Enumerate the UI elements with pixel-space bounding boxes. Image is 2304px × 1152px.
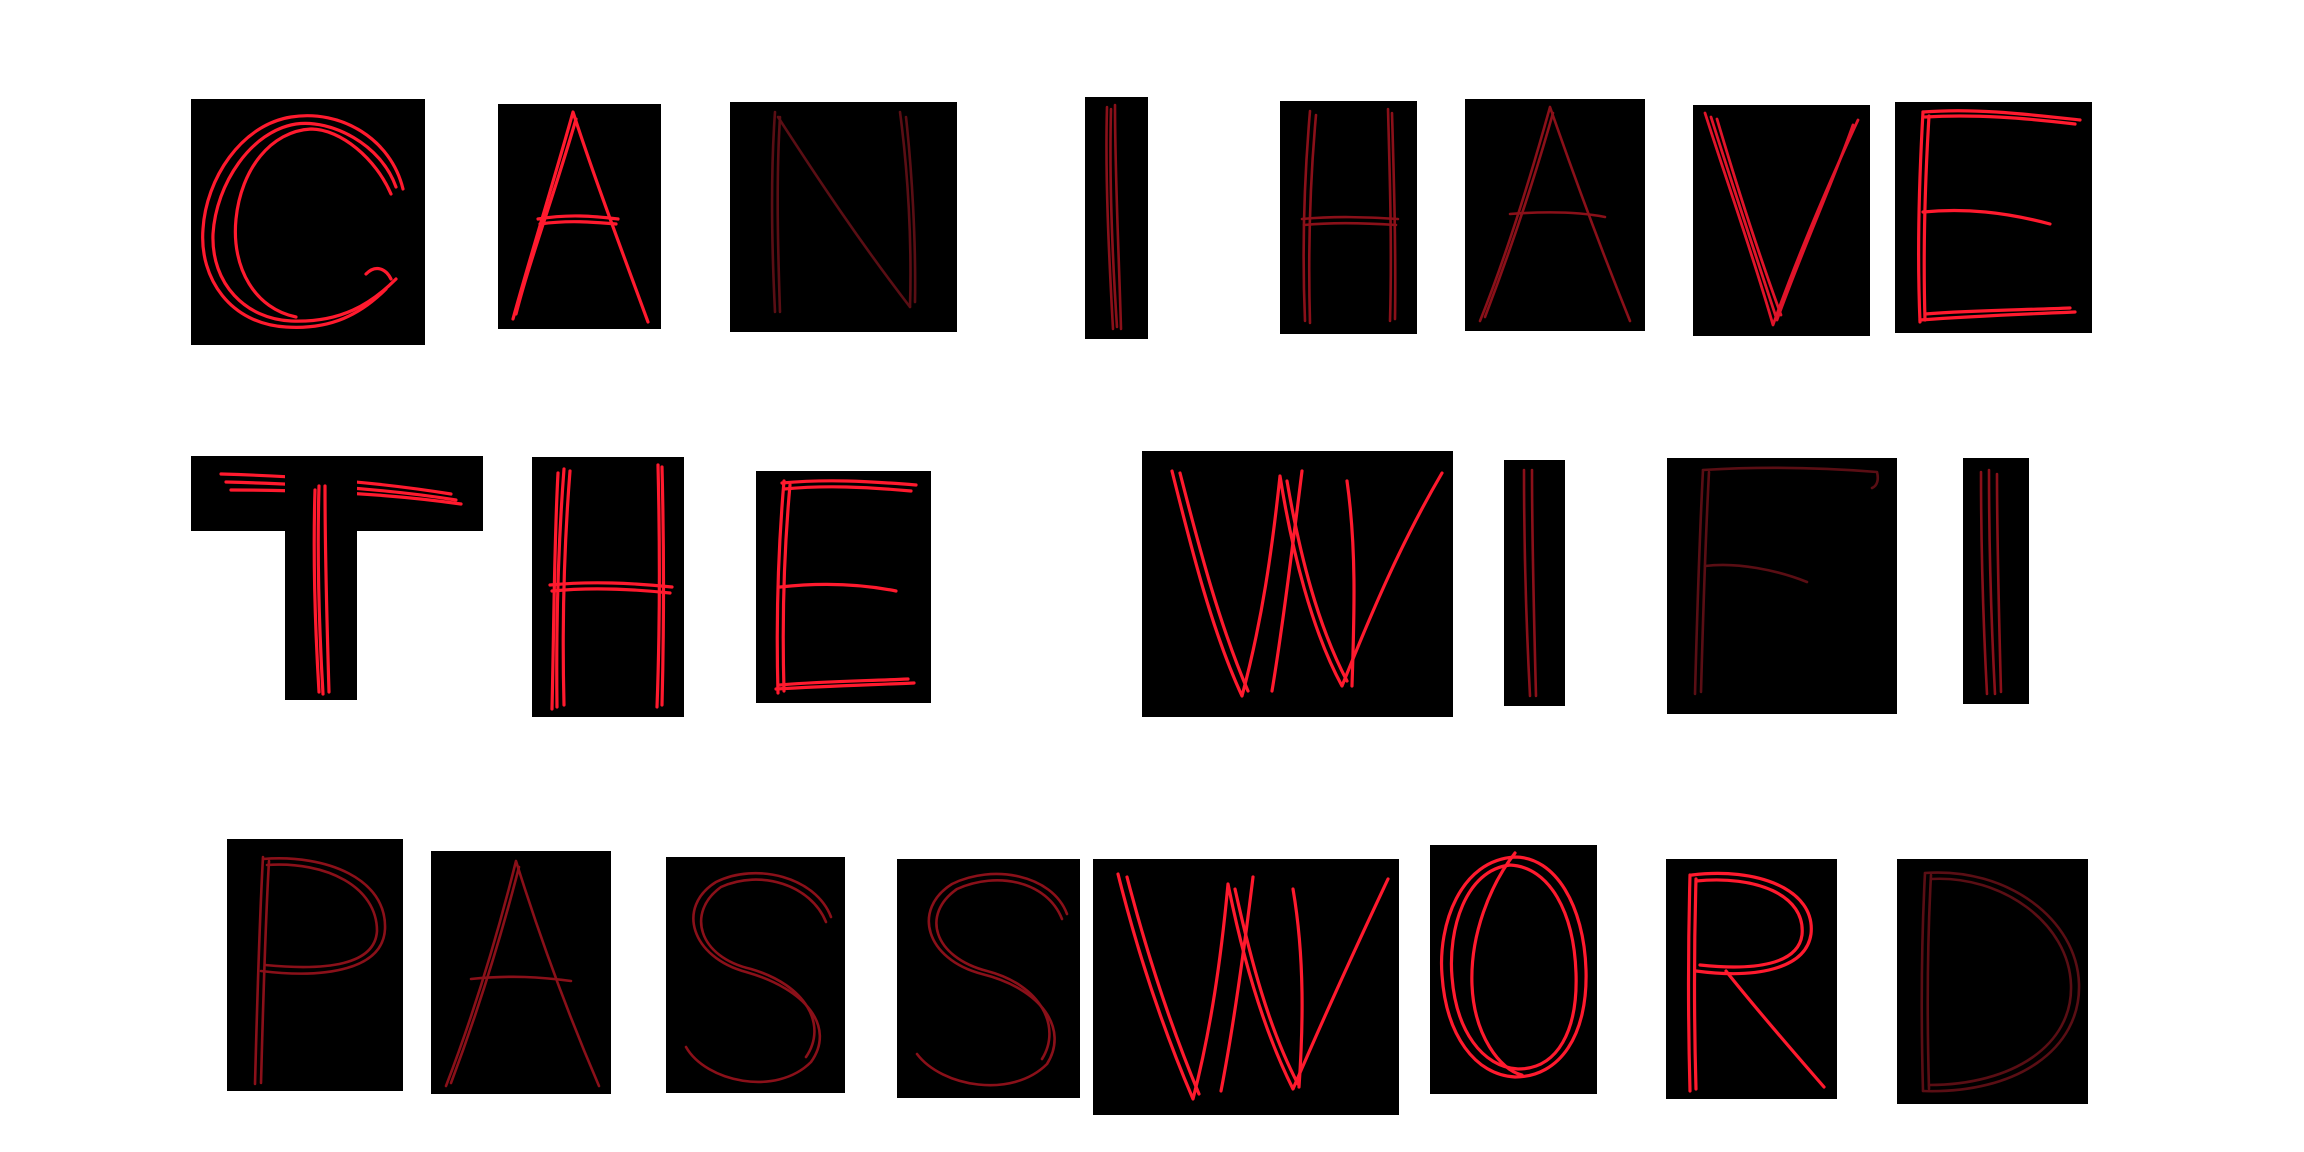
letter-tile-f: F — [1667, 458, 1897, 714]
letter-i-drawing — [1105, 103, 1123, 331]
letter-r-drawing — [1686, 871, 1826, 1093]
letter-tile-e1: E — [1895, 102, 2092, 333]
letter-a-drawing — [444, 859, 601, 1088]
letter-h-drawing — [1300, 107, 1400, 325]
letter-t-stem-drawing — [312, 484, 331, 696]
letter-o-drawing — [1439, 851, 1588, 1079]
letter-tile-r: R — [1666, 859, 1837, 1099]
letter-tile-s2: S — [897, 859, 1080, 1098]
letter-tile-h2: H — [532, 457, 684, 717]
letter-h-drawing — [548, 463, 674, 711]
letter-tile-h1: H — [1280, 101, 1417, 334]
letter-tile-c: C — [191, 99, 425, 345]
letter-f-drawing — [1693, 466, 1880, 696]
letter-e-drawing — [774, 479, 918, 695]
letter-p-drawing — [253, 855, 387, 1086]
letter-tile-o: O — [1430, 845, 1597, 1094]
letter-tile-a1: A — [498, 104, 661, 329]
letter-tile-w1: W — [1142, 451, 1453, 717]
letter-w-drawing — [1170, 469, 1444, 698]
letter-d-drawing — [1920, 871, 2081, 1093]
letter-tile-i3: I — [1963, 458, 2029, 704]
letter-i-drawing — [1522, 468, 1538, 698]
letter-i-drawing — [1979, 468, 2003, 696]
letter-tile-n: N — [730, 102, 957, 332]
letter-tile-i1: I — [1085, 97, 1148, 339]
letter-s-drawing — [684, 871, 833, 1084]
letter-tile-v: V — [1693, 105, 1870, 336]
letter-tile-a3: A — [431, 851, 611, 1094]
letter-w-drawing — [1116, 872, 1390, 1101]
letter-tile-d: D — [1897, 859, 2088, 1104]
letter-e-drawing — [1916, 109, 2082, 324]
letter-tile-s1: S — [666, 857, 845, 1093]
letter-tile-i2: I — [1504, 460, 1565, 706]
message-text: CAN I HAVE THE WIFI PASSWORD — [0, 0, 1, 1]
letter-tile-e2: E — [756, 471, 931, 703]
letter-c-drawing — [201, 114, 405, 329]
letter-tile-a2: A — [1465, 99, 1645, 331]
letter-collage: CAN I HAVE THE WIFI PASSWORD C A N — [0, 0, 2304, 1152]
letter-tile-w2: W — [1093, 859, 1399, 1115]
letter-a-drawing — [511, 110, 650, 324]
letter-tile-t: T — [285, 456, 357, 700]
letter-a-drawing — [1478, 105, 1632, 323]
letter-n-drawing — [770, 110, 917, 314]
letter-s-drawing — [915, 872, 1069, 1087]
letter-v-drawing — [1703, 111, 1860, 327]
letter-tile-p: P — [227, 839, 403, 1091]
